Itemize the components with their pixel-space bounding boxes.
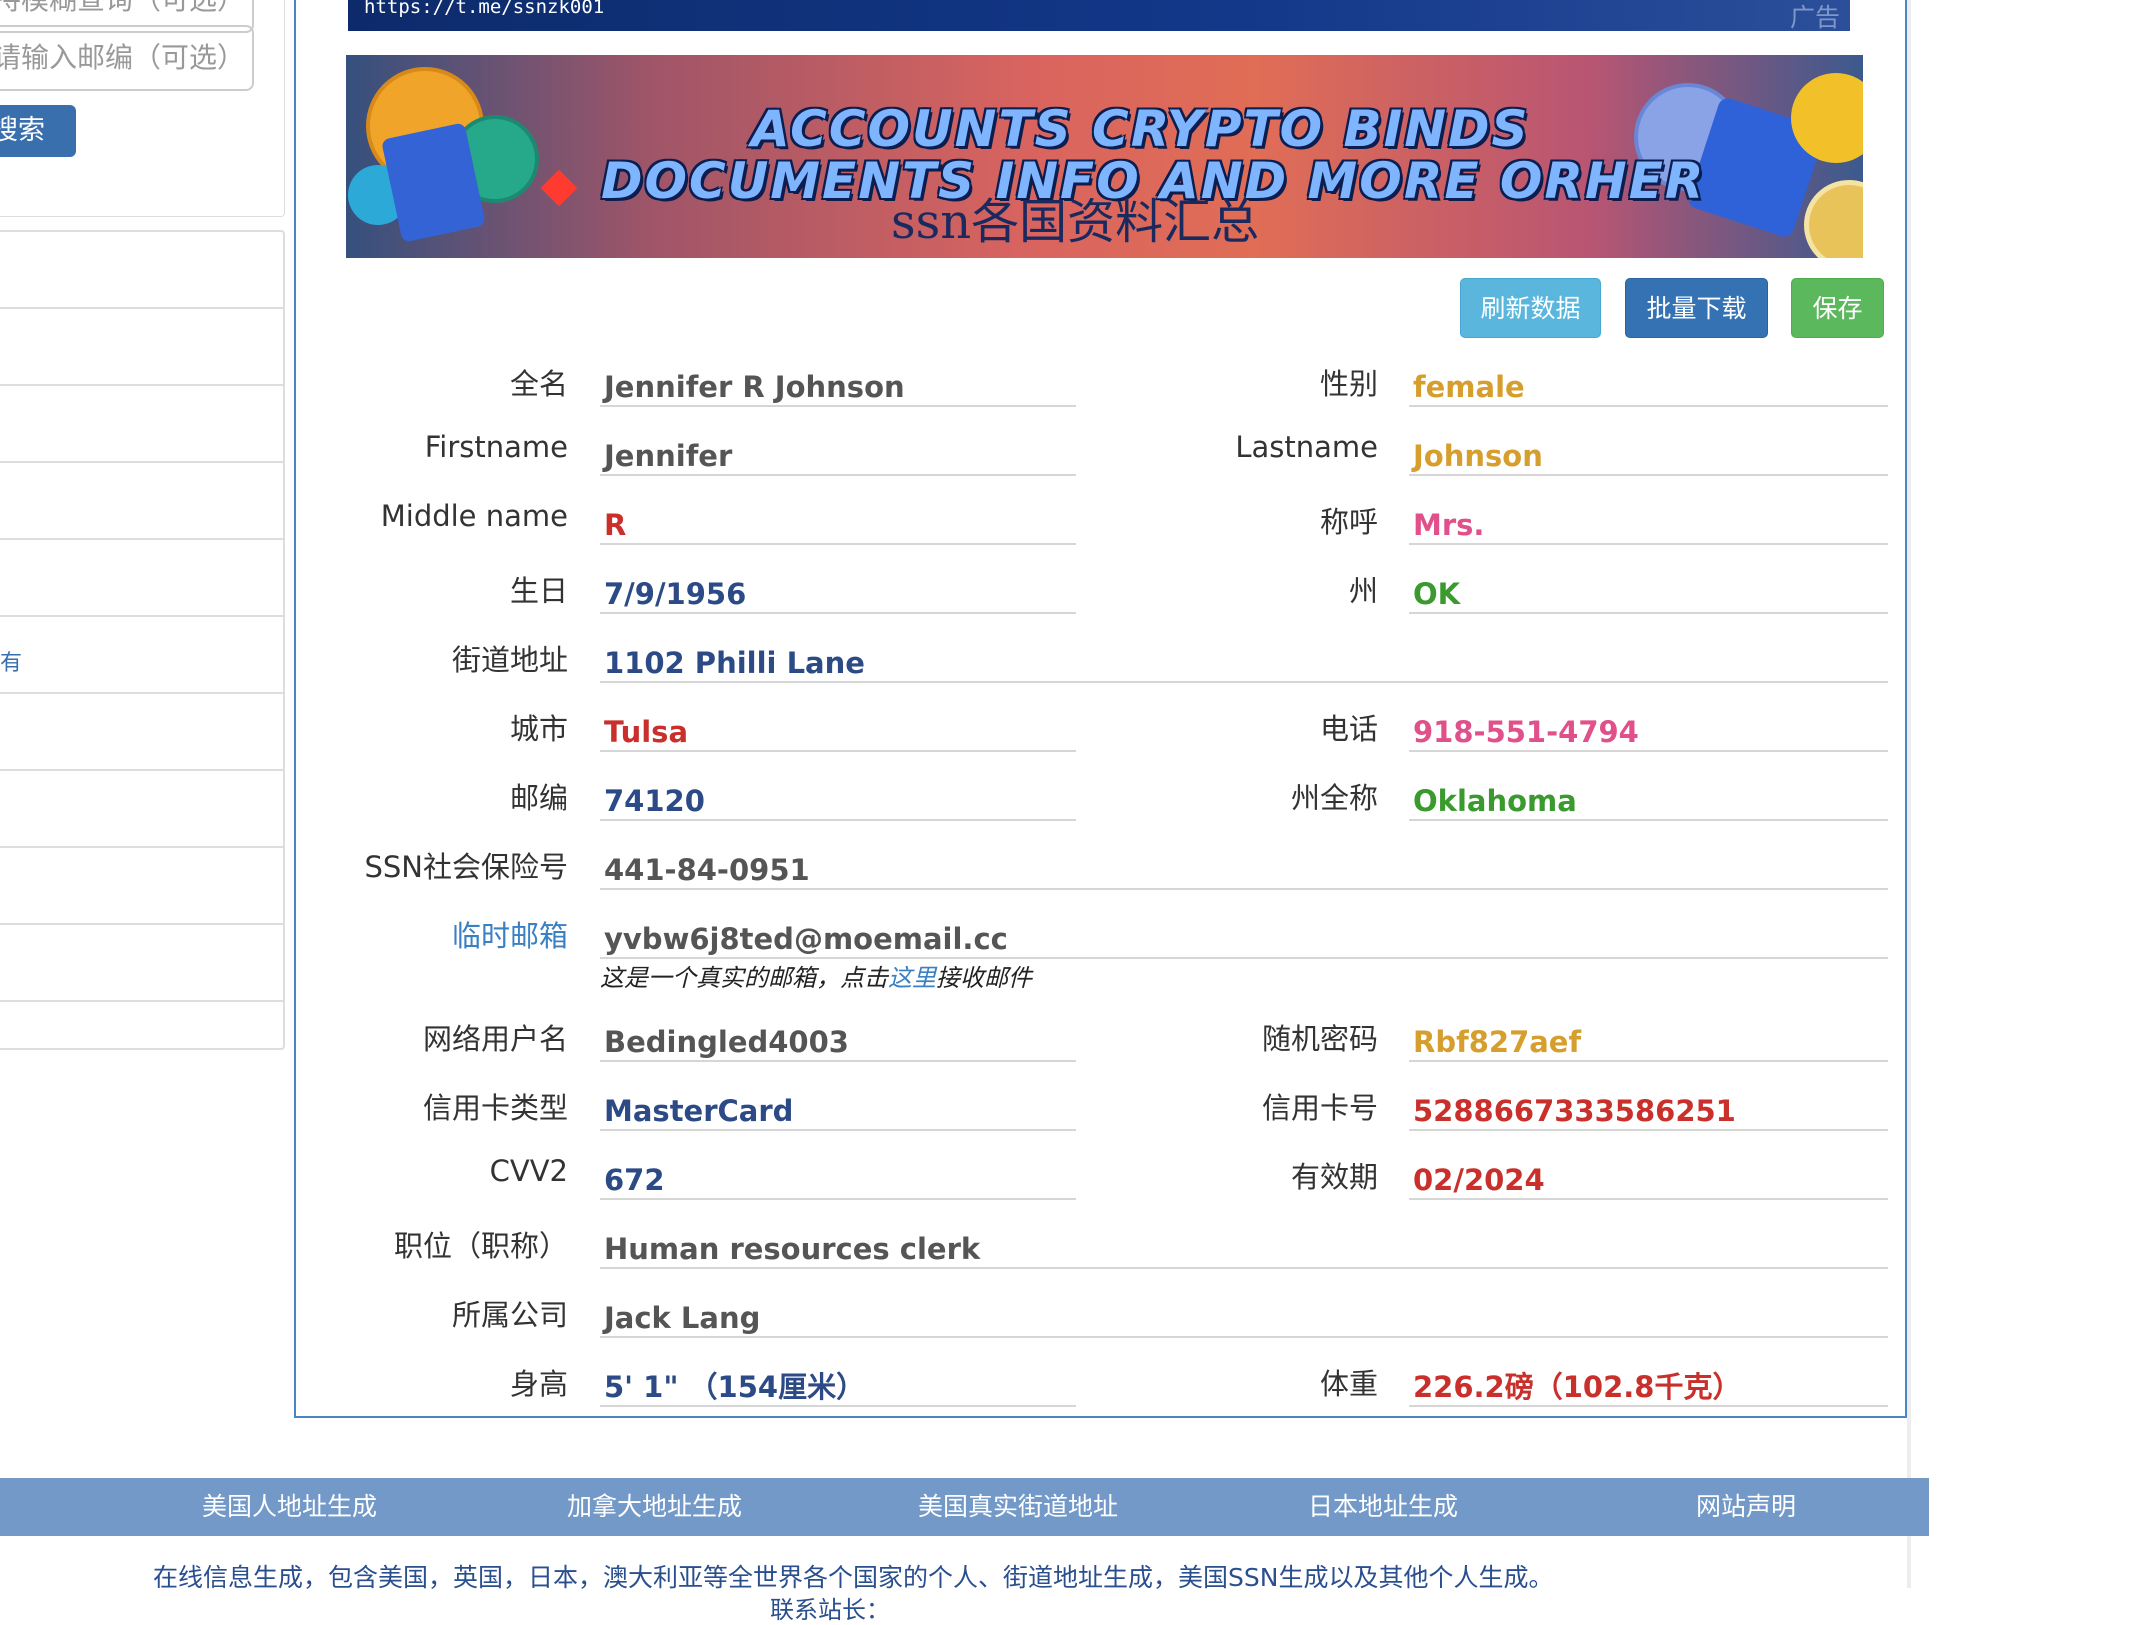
field-password[interactable]: Rbf827aef — [1409, 1016, 1888, 1062]
footer-link-us-street[interactable]: 美国真实街道地址 — [918, 1478, 1118, 1536]
sidebar-list-item[interactable] — [0, 386, 283, 463]
field-state-full[interactable]: Oklahoma — [1409, 775, 1888, 821]
banner-subtitle: ssn各国资料汇总 — [891, 194, 1260, 250]
sidebar-list-item[interactable] — [0, 848, 283, 925]
field-title[interactable]: Mrs. — [1409, 499, 1888, 545]
footer-contact: 联系站长： — [770, 1596, 890, 1624]
sidebar-list-item[interactable] — [0, 463, 283, 540]
label-job: 职位（职称） — [393, 1229, 568, 1263]
field-temp-email[interactable]: yvbw6j8ted@moemail.cc — [600, 913, 1888, 959]
footer-link-disclaimer[interactable]: 网站声明 — [1696, 1478, 1796, 1536]
field-fullname[interactable]: Jennifer R Johnson — [600, 361, 1076, 407]
label-fullname: 全名 — [509, 367, 568, 401]
top-ad-banner[interactable]: https://t.me/ssnzk001 广告 — [348, 0, 1850, 32]
ad-url: https://t.me/ssnzk001 — [364, 0, 605, 18]
footer-link-canada-address[interactable]: 加拿大地址生成 — [567, 1478, 742, 1536]
label-state-full: 州全称 — [1290, 781, 1378, 815]
label-height: 身高 — [509, 1367, 568, 1401]
sidebar-list-item[interactable] — [0, 925, 283, 1002]
email-note: 这是一个真实的邮箱，点击这里接收邮件 — [600, 958, 1032, 993]
field-expiry[interactable]: 02/2024 — [1409, 1154, 1888, 1200]
footer-nav: 美国人地址生成 加拿大地址生成 美国真实街道地址 日本地址生成 网站声明 — [0, 1478, 1929, 1536]
footer-description: 在线信息生成，包含美国，英国，日本，澳大利亚等全世界各个国家的个人、街道地址生成… — [153, 1563, 1554, 1592]
sidebar-search-panel: 持模糊查询（可选） 请输入邮编（可选） 搜索 — [0, 0, 285, 217]
label-birthday: 生日 — [509, 574, 568, 608]
label-zip: 邮编 — [509, 781, 568, 815]
label-title: 称呼 — [1319, 505, 1378, 539]
sidebar-list: 有 — [0, 230, 285, 1050]
sidebar-list-item[interactable] — [0, 1002, 283, 1077]
field-ssn[interactable]: 441-84-0951 — [600, 844, 1888, 890]
crypto-ad-banner[interactable]: ACCOUNTS CRYPTO BINDS DOCUMENTS INFO AND… — [346, 55, 1863, 258]
field-weight[interactable]: 226.2磅（102.8千克） — [1409, 1361, 1888, 1407]
field-state[interactable]: OK — [1409, 568, 1888, 614]
sidebar-list-item[interactable] — [0, 309, 283, 386]
field-username[interactable]: Bedingled4003 — [600, 1016, 1076, 1062]
field-city[interactable]: Tulsa — [600, 706, 1076, 752]
field-middlename[interactable]: R — [600, 499, 1076, 545]
label-cvv: CVV2 — [489, 1154, 568, 1188]
label-password: 随机密码 — [1261, 1022, 1378, 1056]
field-gender[interactable]: female — [1409, 361, 1888, 407]
footer-link-us-address[interactable]: 美国人地址生成 — [202, 1478, 377, 1536]
field-phone[interactable]: 918-551-4794 — [1409, 706, 1888, 752]
dogecoin-coin-icon — [1804, 180, 1863, 258]
label-state: 州 — [1348, 574, 1378, 608]
label-card-number: 信用卡号 — [1261, 1091, 1378, 1125]
field-job[interactable]: Human resources clerk — [600, 1223, 1888, 1269]
diamond-icon — [540, 169, 578, 207]
sidebar-list-item[interactable] — [0, 771, 283, 848]
field-cvv[interactable]: 672 — [600, 1154, 1076, 1200]
refresh-data-button[interactable]: 刷新数据 — [1460, 278, 1601, 338]
field-card-number[interactable]: 5288667333586251 — [1409, 1085, 1888, 1131]
receive-mail-link[interactable]: 这里 — [888, 964, 936, 992]
save-button[interactable]: 保存 — [1791, 278, 1884, 338]
label-street: 街道地址 — [451, 643, 568, 677]
ad-label: 广告 — [1789, 3, 1840, 32]
banner-headline-1: ACCOUNTS CRYPTO BINDS — [751, 100, 1530, 158]
label-lastname: Lastname — [1235, 430, 1378, 464]
field-company[interactable]: Jack Lang — [600, 1292, 1888, 1338]
field-card-type[interactable]: MasterCard — [600, 1085, 1076, 1131]
field-lastname[interactable]: Johnson — [1409, 430, 1888, 476]
label-phone: 电话 — [1319, 712, 1378, 746]
batch-download-button[interactable]: 批量下载 — [1625, 278, 1768, 338]
sidebar-list-item[interactable]: 有 — [0, 617, 283, 694]
label-weight: 体重 — [1319, 1367, 1378, 1401]
email-note-text: 这是一个真实的邮箱，点击 — [600, 964, 888, 992]
sidebar-list-item[interactable] — [0, 232, 283, 309]
page-gutter — [1907, 0, 2156, 1588]
temp-email-link[interactable]: 临时邮箱 — [268, 913, 568, 955]
field-firstname[interactable]: Jennifer — [600, 430, 1076, 476]
label-company: 所属公司 — [451, 1298, 568, 1332]
field-height[interactable]: 5' 1" （154厘米） — [600, 1361, 1076, 1407]
footer-link-japan-address[interactable]: 日本地址生成 — [1308, 1478, 1458, 1536]
field-birthday[interactable]: 7/9/1956 — [600, 568, 1076, 614]
email-note-text-end: 接收邮件 — [936, 964, 1032, 992]
field-zip[interactable]: 74120 — [600, 775, 1076, 821]
label-expiry: 有效期 — [1290, 1160, 1378, 1194]
label-gender: 性别 — [1319, 367, 1378, 401]
field-street[interactable]: 1102 Philli Lane — [600, 637, 1888, 683]
label-ssn: SSN社会保险号 — [364, 850, 568, 884]
label-username: 网络用户名 — [422, 1022, 568, 1056]
label-middlename: Middle name — [380, 499, 568, 533]
sidebar-list-marker: 有 — [0, 651, 23, 676]
sidebar-list-item[interactable] — [0, 540, 283, 617]
label-firstname: Firstname — [424, 430, 568, 464]
sidebar-list-item[interactable] — [0, 694, 283, 771]
label-city: 城市 — [509, 712, 568, 746]
label-card-type: 信用卡类型 — [422, 1091, 568, 1125]
zip-input[interactable]: 请输入邮编（可选） — [0, 25, 254, 91]
search-button[interactable]: 搜索 — [0, 105, 76, 157]
